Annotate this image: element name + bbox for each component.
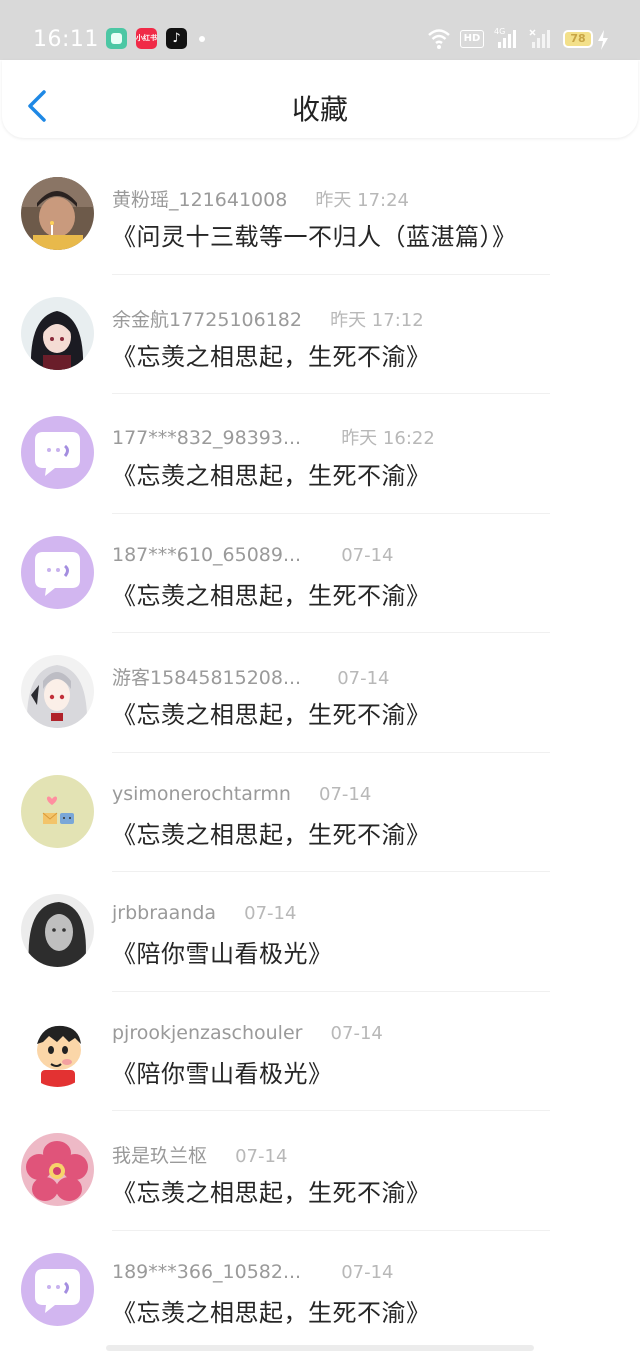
default-avatar-icon[interactable] — [21, 1252, 94, 1326]
home-indicator[interactable] — [106, 1345, 534, 1351]
list-item[interactable]: 189***366_10582... 07-14 《忘羡之相思起，生死不渝》 — [0, 1231, 640, 1351]
avatar[interactable] — [21, 655, 94, 728]
avatar[interactable] — [21, 296, 94, 370]
list-item[interactable]: ysimonerochtarmn 07-14 《忘羡之相思起，生死不渝》 — [0, 753, 640, 872]
item-meta: jrbbraanda 07-14 — [112, 902, 296, 924]
battery-icon: 78 — [563, 30, 593, 48]
signal-4g-icon: 4G — [494, 27, 516, 48]
status-time: 16:11 — [33, 27, 99, 52]
item-meta: 187***610_65089... 07-14 — [112, 544, 394, 566]
list-item[interactable]: jrbbraanda 07-14 《陪你雪山看极光》 — [0, 872, 640, 992]
story-title[interactable]: 《忘羡之相思起，生死不渝》 — [112, 815, 431, 850]
item-meta: 177***832_98393... 昨天 16:22 — [112, 424, 435, 450]
status-bar: 16:11 小红书 ♪ HD 4G 78 — [0, 0, 640, 60]
timestamp: 昨天 17:12 — [330, 309, 424, 331]
list-item[interactable]: 游客15845815208... 07-14 《忘羡之相思起，生死不渝》 — [0, 633, 640, 753]
timestamp: 07-14 — [235, 1146, 288, 1167]
timestamp: 07-14 — [244, 903, 297, 924]
svg-text:4G: 4G — [494, 27, 505, 36]
story-title[interactable]: 《忘羡之相思起，生死不渝》 — [112, 456, 431, 491]
story-title[interactable]: 《忘羡之相思起，生死不渝》 — [112, 1293, 431, 1328]
story-title[interactable]: 《陪你雪山看极光》 — [112, 1054, 333, 1089]
list-item[interactable]: 我是玖兰枢 07-14 《忘羡之相思起，生死不渝》 — [0, 1111, 640, 1231]
list-item[interactable]: pjrookjenzaschouler 07-14 《陪你雪山看极光》 — [0, 992, 640, 1111]
chat-app-icon — [106, 28, 127, 49]
timestamp: 07-14 — [341, 1261, 394, 1283]
hd-icon: HD — [460, 30, 484, 48]
avatar[interactable] — [21, 1133, 94, 1206]
list-item[interactable]: 余金航17725106182 昨天 17:12 《忘羡之相思起，生死不渝》 — [0, 275, 640, 394]
item-meta: 余金航17725106182 昨天 17:12 — [112, 305, 424, 332]
item-meta: 189***366_10582... 07-14 — [112, 1261, 394, 1283]
favorites-list: 黄粉瑶_121641008 昨天 17:24 《问灵十三载等一不归人（蓝湛篇）》… — [0, 155, 640, 1350]
username: 我是玖兰枢 — [112, 1145, 208, 1167]
avatar[interactable] — [21, 177, 94, 250]
notification-dot-icon — [199, 36, 205, 42]
page-title: 收藏 — [291, 93, 348, 126]
username: 游客15845815208... — [112, 667, 302, 689]
timestamp: 07-14 — [337, 668, 390, 689]
item-meta: 黄粉瑶_121641008 昨天 17:24 — [112, 185, 409, 212]
story-title[interactable]: 《忘羡之相思起，生死不渝》 — [112, 695, 431, 730]
username: ysimonerochtarmn — [112, 782, 291, 805]
avatar[interactable] — [21, 774, 94, 848]
list-item[interactable]: 黄粉瑶_121641008 昨天 17:24 《问灵十三载等一不归人（蓝湛篇）》 — [0, 155, 640, 275]
timestamp: 昨天 17:24 — [315, 190, 409, 211]
timestamp: 昨天 16:22 — [341, 428, 435, 449]
story-title[interactable]: 《忘羡之相思起，生死不渝》 — [112, 337, 431, 372]
wifi-icon — [428, 29, 450, 49]
default-avatar-icon[interactable] — [21, 535, 94, 609]
story-title[interactable]: 《陪你雪山看极光》 — [112, 934, 333, 969]
item-meta: pjrookjenzaschouler 07-14 — [112, 1022, 383, 1044]
item-meta: 我是玖兰枢 07-14 — [112, 1141, 287, 1168]
avatar[interactable] — [21, 1013, 94, 1087]
timestamp: 07-14 — [341, 544, 394, 566]
story-title[interactable]: 《问灵十三载等一不归人（蓝湛篇）》 — [112, 217, 517, 252]
item-meta: ysimonerochtarmn 07-14 — [112, 783, 371, 805]
list-item[interactable]: 177***832_98393... 昨天 16:22 《忘羡之相思起，生死不渝… — [0, 394, 640, 514]
nav-bar: 收藏 — [2, 60, 638, 138]
username: 187***610_65089... — [112, 543, 302, 566]
username: pjrookjenzaschouler — [112, 1021, 303, 1044]
username: jrbbraanda — [112, 902, 217, 924]
avatar[interactable] — [21, 894, 94, 967]
item-meta: 游客15845815208... 07-14 — [112, 663, 390, 690]
timestamp: 07-14 — [330, 1022, 383, 1044]
story-title[interactable]: 《忘羡之相思起，生死不渝》 — [112, 1173, 431, 1208]
story-title[interactable]: 《忘羡之相思起，生死不渝》 — [112, 576, 431, 611]
charging-icon — [598, 30, 608, 50]
signal-icon — [529, 29, 550, 48]
username: 黄粉瑶_121641008 — [112, 189, 288, 211]
username: 177***832_98393... — [112, 427, 302, 449]
default-avatar-icon[interactable] — [21, 416, 94, 489]
xiaohongshu-app-icon: 小红书 — [136, 28, 157, 49]
list-item[interactable]: 187***610_65089... 07-14 《忘羡之相思起，生死不渝》 — [0, 514, 640, 633]
tiktok-app-icon: ♪ — [166, 28, 187, 49]
username: 余金航17725106182 — [112, 308, 302, 331]
timestamp: 07-14 — [319, 783, 372, 805]
username: 189***366_10582... — [112, 1260, 302, 1283]
